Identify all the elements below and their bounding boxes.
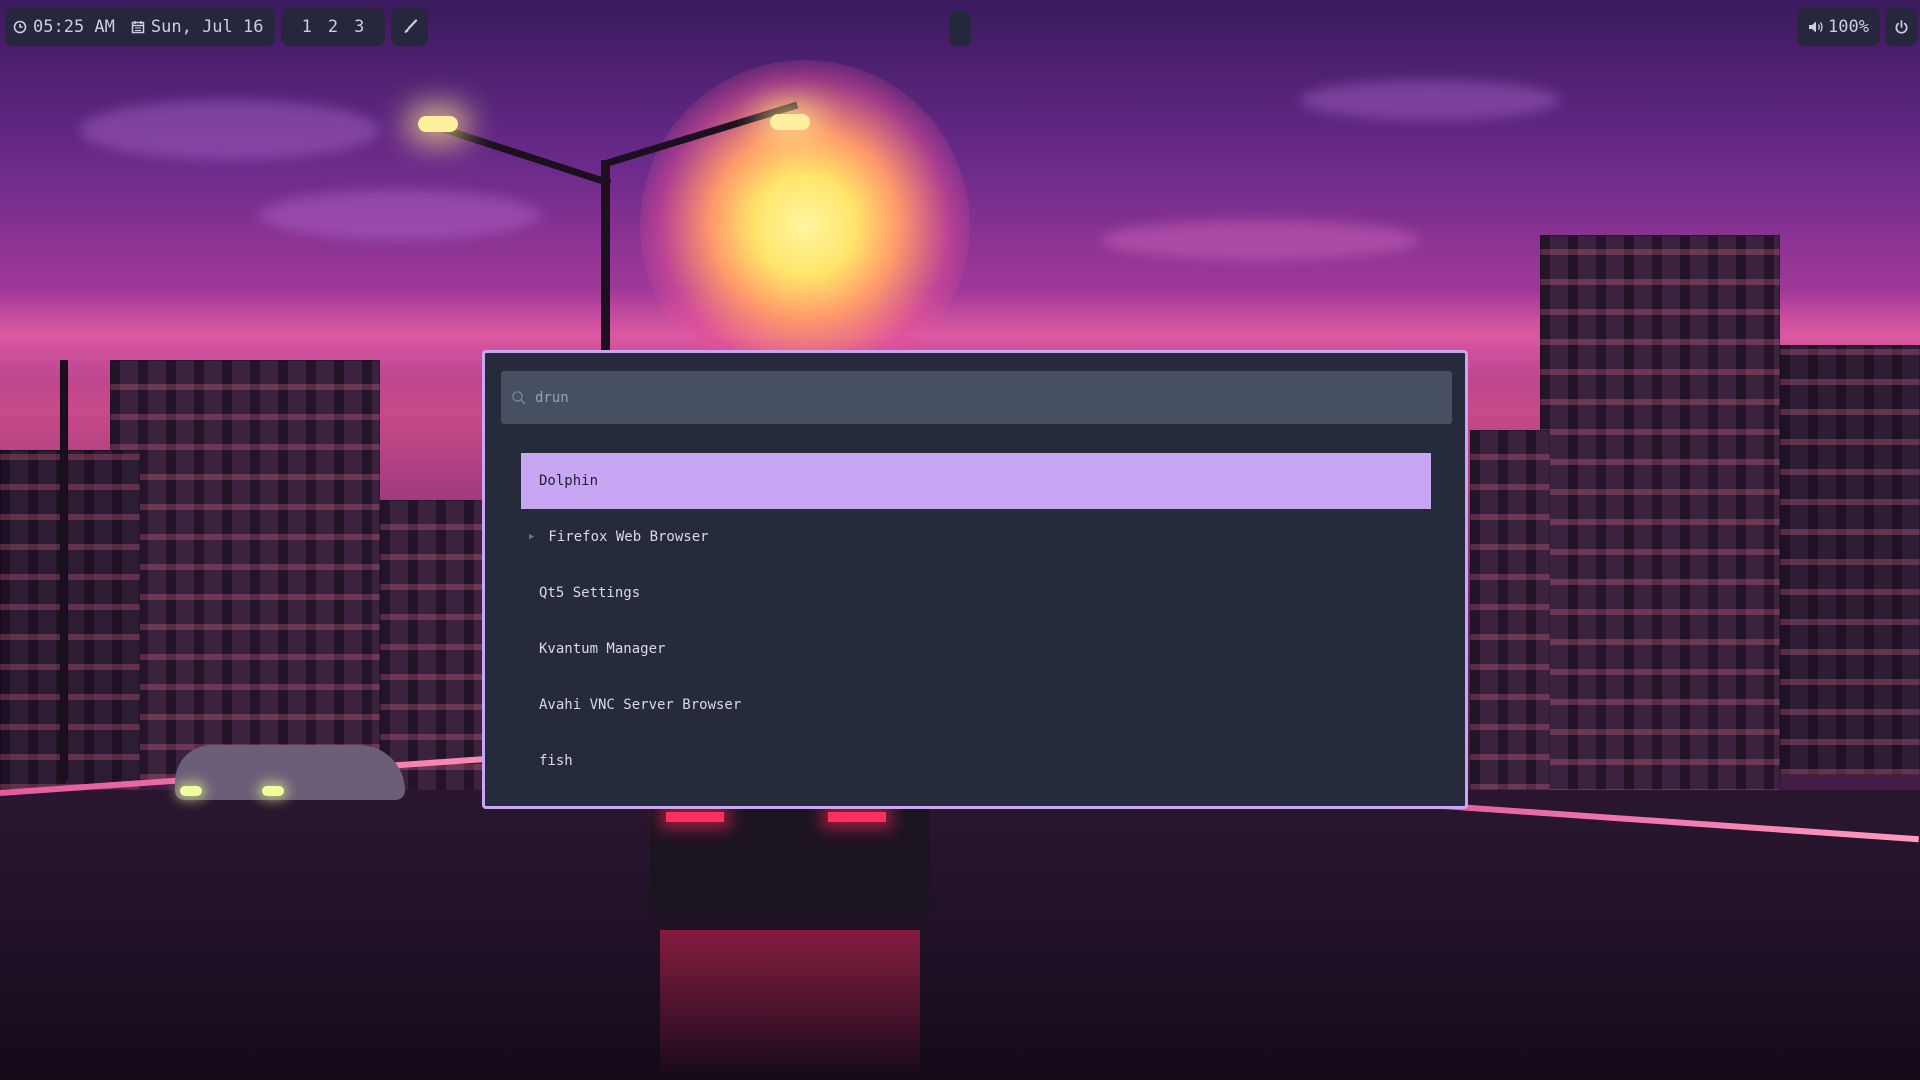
search-icon [511, 390, 527, 406]
caret-right-icon: ▶ [529, 532, 535, 542]
search-input[interactable] [535, 389, 1415, 406]
clock-icon [13, 20, 27, 34]
result-label: Qt5 Settings [539, 585, 641, 601]
volume-value: 100% [1828, 17, 1869, 37]
result-label: Avahi VNC Server Browser [539, 697, 742, 713]
result-firefox[interactable]: ▶ Firefox Web Browser [521, 509, 1431, 565]
date-label: Sun, Jul 16 [150, 17, 264, 37]
brush-icon [402, 19, 418, 35]
result-label: fish [539, 753, 573, 769]
car-left [175, 745, 405, 800]
volume-widget[interactable]: 100% [1797, 8, 1880, 46]
result-qt5-settings[interactable]: Qt5 Settings [521, 565, 1431, 621]
clock-date-widget: 05:25 AM Sun, Jul 16 [5, 8, 275, 46]
workspace-1[interactable]: 1 [294, 17, 320, 37]
workspace-3[interactable]: 3 [346, 17, 372, 37]
street-lamp [601, 160, 610, 360]
result-avahi-vnc[interactable]: Avahi VNC Server Browser [521, 677, 1431, 733]
sun [640, 60, 970, 390]
result-label: Dolphin [539, 473, 599, 489]
power-icon [1894, 19, 1909, 35]
workspace-2[interactable]: 2 [320, 17, 346, 37]
power-button[interactable] [1885, 8, 1917, 46]
speaker-icon [1808, 20, 1824, 34]
results-list: Dolphin ▶ Firefox Web Browser Qt5 Settin… [521, 453, 1431, 789]
edit-button[interactable] [391, 8, 428, 46]
clock: 05:25 AM [5, 17, 123, 37]
date: Sun, Jul 16 [123, 17, 272, 37]
result-kvantum-manager[interactable]: Kvantum Manager [521, 621, 1431, 677]
road [0, 790, 1920, 1080]
result-label: Kvantum Manager [539, 641, 666, 657]
desktop: 05:25 AM Sun, Jul 16 1 2 3 100% drun Dol… [0, 0, 1920, 1080]
workspace-switcher: 1 2 3 [281, 8, 385, 46]
search-box[interactable] [501, 371, 1452, 424]
result-fish[interactable]: fish [521, 733, 1431, 789]
app-launcher: Dolphin ▶ Firefox Web Browser Qt5 Settin… [482, 350, 1468, 809]
clock-time: 05:25 AM [33, 17, 115, 37]
calendar-icon [131, 20, 145, 34]
center-indicator[interactable] [949, 11, 971, 46]
result-label: Firefox Web Browser [548, 529, 709, 545]
result-dolphin[interactable]: Dolphin [521, 453, 1431, 509]
